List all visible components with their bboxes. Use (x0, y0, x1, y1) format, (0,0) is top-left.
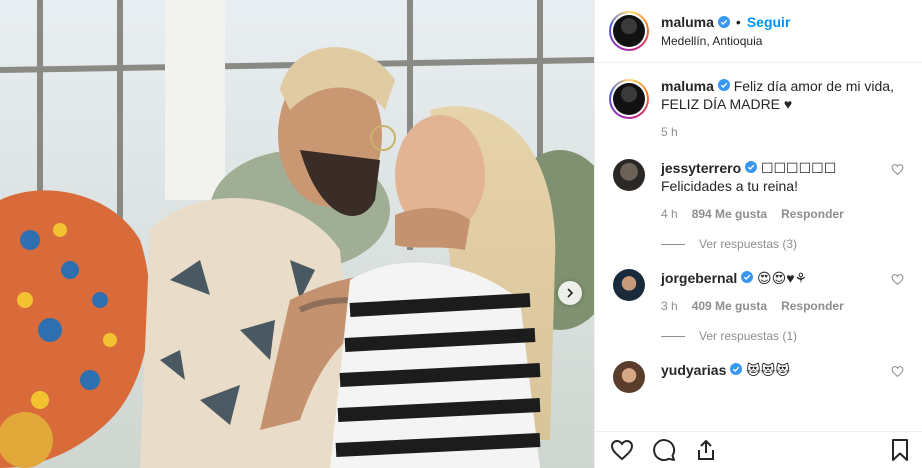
verified-badge-icon (717, 79, 730, 91)
view-replies-label: Ver respuestas (3) (699, 237, 798, 251)
post-photo-illustration (0, 0, 594, 468)
separator-dot: • (735, 14, 741, 30)
comment-username[interactable]: jessyterrero (661, 160, 741, 176)
comments-list: maluma Feliz día amor de mi vida, FELIZ … (595, 63, 922, 431)
heart-icon (610, 439, 634, 461)
comment-username[interactable]: yudyarias (661, 362, 726, 378)
caption: maluma Feliz día amor de mi vida, FELIZ … (609, 78, 910, 141)
comment-text: 😍😍♥⚘ (757, 270, 808, 286)
chevron-right-icon (567, 288, 574, 298)
heart-icon[interactable] (891, 273, 904, 286)
caption-time: 5 h (661, 125, 678, 139)
location-link[interactable]: Medellín, Antioquia (661, 34, 790, 48)
avatar[interactable] (613, 159, 645, 191)
comment-time: 4 h (661, 207, 678, 221)
heart-icon[interactable] (891, 163, 904, 176)
comment-item: yudyarias 😻😻😻 (609, 361, 910, 393)
post-side-panel: maluma • Seguir Medellín, Antioquia malu… (594, 0, 922, 468)
comment-button[interactable] (651, 437, 677, 463)
reply-button[interactable]: Responder (781, 297, 844, 315)
avatar[interactable] (613, 361, 645, 393)
comment-username[interactable]: jorgebernal (661, 270, 737, 286)
post-actions-bar (595, 431, 922, 468)
like-button[interactable] (609, 437, 635, 463)
share-button[interactable] (693, 437, 719, 463)
post-header: maluma • Seguir Medellín, Antioquia (595, 0, 922, 63)
verified-badge-icon (717, 16, 730, 28)
verified-badge-icon (730, 363, 743, 375)
instagram-post: maluma • Seguir Medellín, Antioquia malu… (0, 0, 922, 468)
avatar[interactable] (609, 79, 649, 119)
caption-username[interactable]: maluma (661, 78, 714, 94)
avatar[interactable] (609, 11, 649, 51)
follow-button[interactable]: Seguir (747, 14, 791, 30)
comment-likes[interactable]: 409 Me gusta (692, 297, 767, 315)
verified-badge-icon (741, 271, 754, 283)
comment-text: 😻😻😻 (746, 362, 790, 378)
view-replies-button[interactable]: Ver respuestas (3) (661, 237, 910, 251)
comment-icon (653, 439, 676, 462)
view-replies-label: Ver respuestas (1) (699, 329, 798, 343)
username-link[interactable]: maluma (661, 14, 714, 30)
carousel-next-button[interactable] (558, 281, 582, 305)
view-replies-button[interactable]: Ver respuestas (1) (661, 329, 910, 343)
comment-likes[interactable]: 894 Me gusta (692, 205, 767, 223)
comment-item: jorgebernal 😍😍♥⚘ 3 h 409 Me gusta Respon… (609, 269, 910, 315)
save-button[interactable] (887, 437, 913, 463)
comment-item: jessyterrero ☐☐☐☐☐☐ Felicidades a tu rei… (609, 159, 910, 223)
heart-icon[interactable] (891, 365, 904, 378)
comment-time: 3 h (661, 299, 678, 313)
reply-button[interactable]: Responder (781, 205, 844, 223)
avatar[interactable] (613, 269, 645, 301)
share-icon (698, 440, 714, 460)
bookmark-icon (892, 439, 908, 461)
verified-badge-icon (745, 161, 758, 173)
post-photo[interactable] (0, 0, 594, 468)
